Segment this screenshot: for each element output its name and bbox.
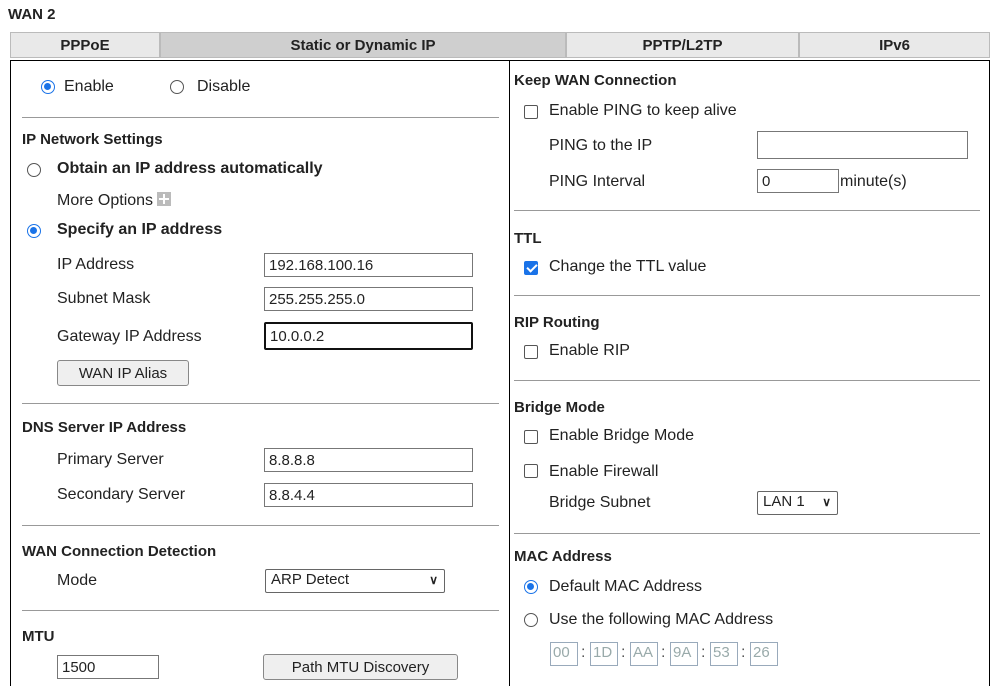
gateway-input[interactable]: [264, 322, 473, 350]
ping-keep-alive-checkbox[interactable]: [524, 105, 538, 119]
divider: [514, 210, 980, 211]
mac-heading: MAC Address: [514, 548, 612, 565]
ip-network-heading: IP Network Settings: [22, 131, 163, 148]
colon-separator: :: [581, 644, 586, 661]
dns-heading: DNS Server IP Address: [22, 419, 187, 436]
path-mtu-discovery-button[interactable]: Path MTU Discovery: [263, 654, 458, 680]
tab-pppoe[interactable]: PPPoE: [10, 32, 160, 58]
primary-server-label: Primary Server: [57, 451, 164, 468]
colon-separator: :: [661, 644, 666, 661]
custom-mac-label: Use the following MAC Address: [549, 611, 774, 628]
enable-firewall-label: Enable Firewall: [549, 463, 659, 480]
wan-ip-alias-button[interactable]: WAN IP Alias: [57, 360, 189, 386]
mac-octet-5[interactable]: 53: [710, 642, 738, 666]
specify-ip-radio[interactable]: [27, 224, 41, 238]
secondary-server-input[interactable]: [264, 483, 473, 507]
mode-select[interactable]: ARP Detect ∨: [265, 569, 445, 593]
mac-octet-3[interactable]: AA: [630, 642, 658, 666]
colon-separator: :: [741, 644, 746, 661]
mode-label: Mode: [57, 572, 98, 589]
more-options-label: More Options: [57, 192, 154, 209]
page-title: WAN 2: [8, 6, 56, 23]
bridge-subnet-value: LAN 1: [763, 493, 805, 510]
enable-firewall-checkbox[interactable]: [524, 464, 538, 478]
ip-address-input[interactable]: [264, 253, 473, 277]
enable-rip-label: Enable RIP: [549, 342, 630, 359]
enable-label: Enable: [64, 78, 114, 95]
ping-interval-input[interactable]: [757, 169, 839, 193]
colon-separator: :: [701, 644, 706, 661]
bridge-heading: Bridge Mode: [514, 399, 605, 416]
mtu-heading: MTU: [22, 628, 55, 645]
subnet-mask-label: Subnet Mask: [57, 290, 151, 307]
divider: [22, 403, 499, 404]
chevron-down-icon: ∨: [822, 495, 831, 509]
interval-unit-label: minute(s): [840, 173, 907, 190]
divider: [22, 610, 499, 611]
enable-bridge-label: Enable Bridge Mode: [549, 427, 694, 444]
keep-wan-heading: Keep WAN Connection: [514, 72, 677, 89]
ping-interval-label: PING Interval: [549, 173, 646, 190]
mtu-input[interactable]: [57, 655, 159, 679]
tab-bar: PPPoE Static or Dynamic IP PPTP/L2TP IPv…: [10, 32, 990, 58]
custom-mac-radio[interactable]: [524, 613, 538, 627]
divider: [514, 533, 980, 534]
mac-octet-6[interactable]: 26: [750, 642, 778, 666]
plus-icon[interactable]: [157, 192, 172, 206]
more-options-link[interactable]: More Options: [57, 192, 172, 210]
change-ttl-label: Change the TTL value: [549, 258, 707, 275]
colon-separator: :: [621, 644, 626, 661]
bridge-subnet-select[interactable]: LAN 1 ∨: [757, 491, 838, 515]
gateway-label: Gateway IP Address: [57, 328, 202, 345]
mac-octet-2[interactable]: 1D: [590, 642, 618, 666]
default-mac-radio[interactable]: [524, 580, 538, 594]
ping-ip-input[interactable]: [757, 131, 968, 159]
column-divider: [509, 60, 510, 686]
bridge-subnet-label: Bridge Subnet: [549, 494, 651, 511]
tab-ipv6[interactable]: IPv6: [799, 32, 990, 58]
specify-ip-label: Specify an IP address: [57, 221, 223, 238]
detection-heading: WAN Connection Detection: [22, 543, 217, 560]
enable-bridge-checkbox[interactable]: [524, 430, 538, 444]
secondary-server-label: Secondary Server: [57, 486, 186, 503]
disable-label: Disable: [197, 78, 251, 95]
primary-server-input[interactable]: [264, 448, 473, 472]
obtain-ip-radio[interactable]: [27, 163, 41, 177]
subnet-mask-input[interactable]: [264, 287, 473, 311]
tab-pptp-l2tp[interactable]: PPTP/L2TP: [566, 32, 799, 58]
mac-octet-4[interactable]: 9A: [670, 642, 698, 666]
default-mac-label: Default MAC Address: [549, 578, 702, 595]
divider: [514, 380, 980, 381]
disable-radio[interactable]: [170, 80, 184, 94]
rip-heading: RIP Routing: [514, 314, 600, 331]
enable-rip-checkbox[interactable]: [524, 345, 538, 359]
divider: [22, 117, 499, 118]
chevron-down-icon: ∨: [429, 573, 438, 587]
enable-radio[interactable]: [41, 80, 55, 94]
tab-static-dynamic-ip[interactable]: Static or Dynamic IP: [160, 32, 566, 58]
mode-value: ARP Detect: [271, 571, 350, 588]
ping-keep-alive-label: Enable PING to keep alive: [549, 102, 737, 119]
ping-ip-label: PING to the IP: [549, 137, 653, 154]
ttl-heading: TTL: [514, 230, 542, 247]
obtain-ip-label: Obtain an IP address automatically: [57, 160, 323, 177]
divider: [22, 525, 499, 526]
divider: [514, 295, 980, 296]
mac-octet-1[interactable]: 00: [550, 642, 578, 666]
ip-address-label: IP Address: [57, 256, 135, 273]
change-ttl-checkbox[interactable]: [524, 261, 538, 275]
